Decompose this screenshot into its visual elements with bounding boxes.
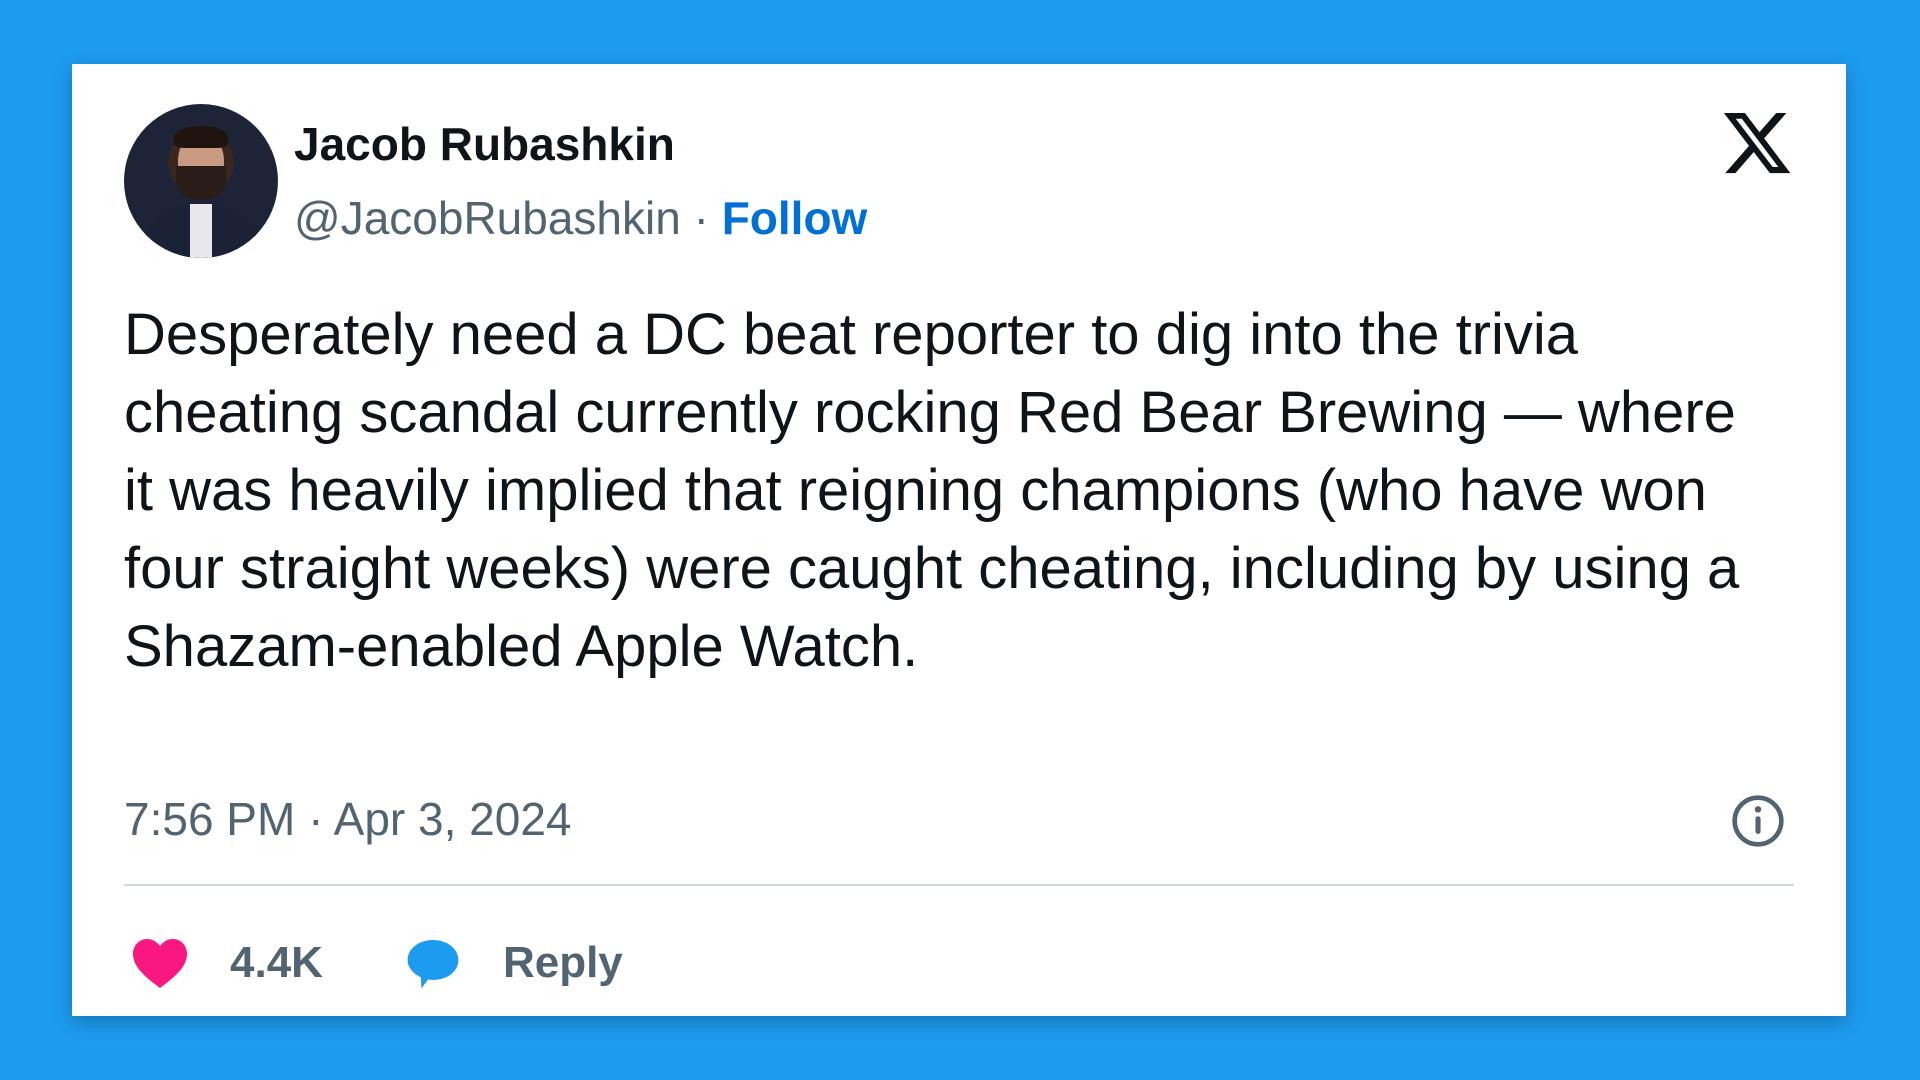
reply-button[interactable]: Reply bbox=[403, 934, 623, 992]
tweet-header: Jacob Rubashkin @JacobRubashkin · Follow bbox=[124, 104, 867, 258]
x-logo-icon[interactable] bbox=[1720, 106, 1794, 180]
speech-bubble-icon bbox=[407, 940, 459, 989]
handle-separator: · bbox=[693, 192, 709, 244]
tweet-timestamp[interactable]: 7:56 PM · Apr 3, 2024 bbox=[124, 790, 572, 848]
like-button[interactable]: 4.4K bbox=[130, 936, 323, 990]
like-count: 4.4K bbox=[230, 938, 323, 987]
avatar-hair bbox=[174, 126, 228, 148]
author-handle[interactable]: @JacobRubashkin bbox=[294, 192, 681, 244]
info-icon[interactable] bbox=[1730, 793, 1786, 849]
tweet-text: Desperately need a DC beat reporter to d… bbox=[124, 302, 1756, 679]
follow-button[interactable]: Follow bbox=[722, 192, 868, 244]
reply-label: Reply bbox=[502, 938, 623, 987]
avatar-beard bbox=[176, 166, 226, 200]
avatar[interactable] bbox=[124, 104, 278, 258]
heart-icon bbox=[133, 938, 187, 989]
user-info: Jacob Rubashkin @JacobRubashkin · Follow bbox=[294, 115, 867, 247]
action-bar: 4.4K Reply bbox=[130, 924, 623, 1002]
handle-row: @JacobRubashkin · Follow bbox=[294, 189, 867, 247]
avatar-shirt bbox=[190, 204, 212, 258]
author-display-name[interactable]: Jacob Rubashkin bbox=[294, 115, 867, 173]
divider bbox=[124, 884, 1794, 886]
tweet-card: Jacob Rubashkin @JacobRubashkin · Follow… bbox=[72, 64, 1846, 1016]
